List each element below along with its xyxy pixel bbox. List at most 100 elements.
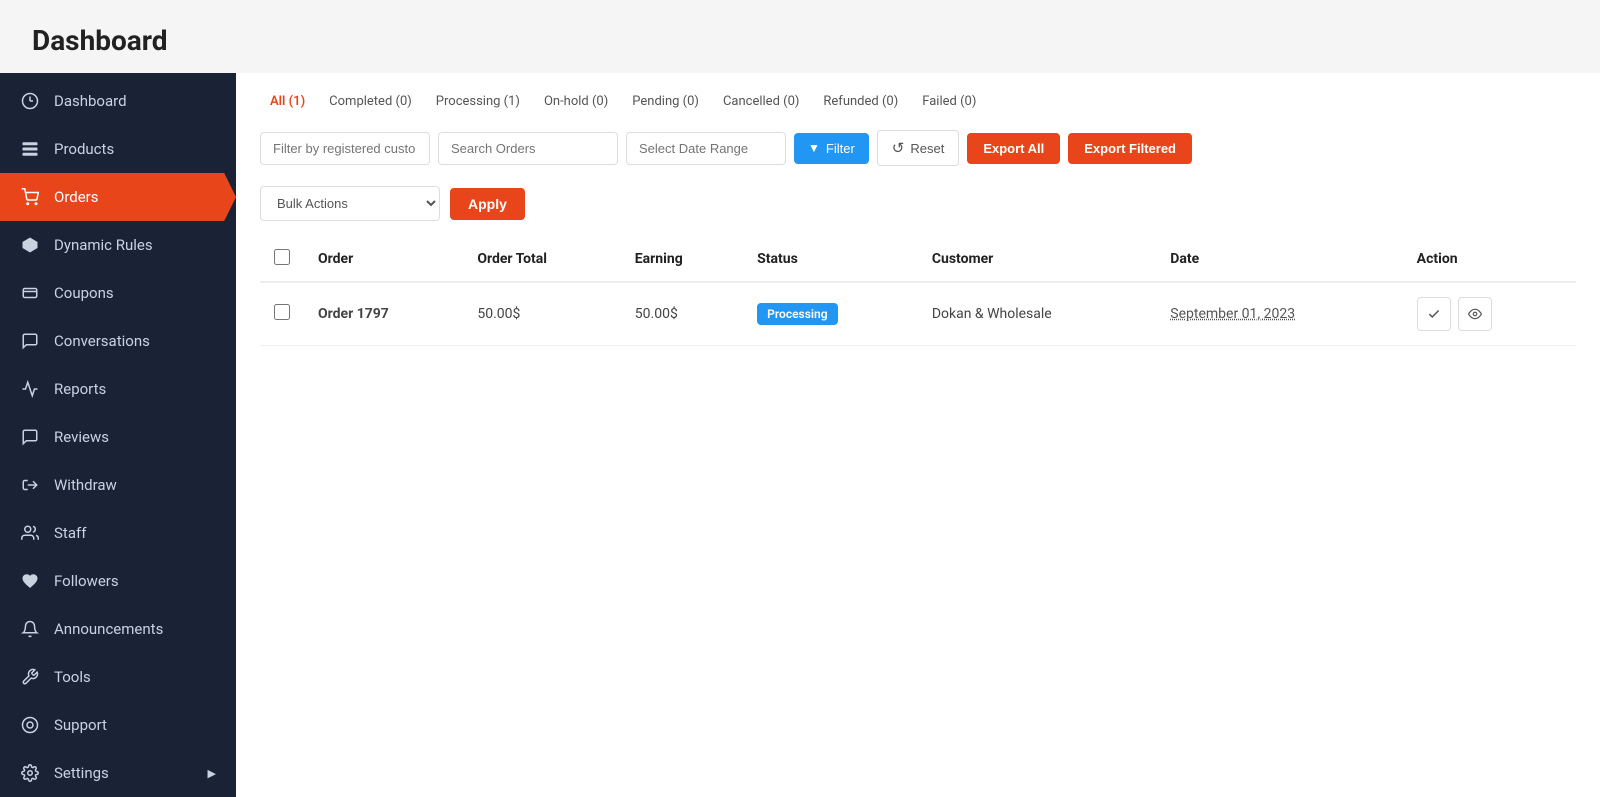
sidebar-item-label-staff: Staff: [54, 524, 86, 542]
withdraw-icon: [20, 475, 40, 495]
row-order-total: 50.00$: [463, 282, 620, 346]
status-tab-pending[interactable]: Pending (0): [622, 89, 709, 114]
table-header-order: Order: [304, 237, 463, 282]
sidebar-item-dynamic-rules[interactable]: Dynamic Rules: [0, 221, 236, 269]
products-icon: [20, 139, 40, 159]
sidebar-item-label-dashboard: Dashboard: [54, 92, 127, 110]
row-checkbox-cell: [260, 282, 304, 346]
approve-action-button[interactable]: [1417, 297, 1451, 331]
sidebar-item-tools[interactable]: Tools: [0, 653, 236, 701]
sidebar-item-label-reports: Reports: [54, 380, 106, 398]
sidebar-item-conversations[interactable]: Conversations: [0, 317, 236, 365]
table-header-earning: Earning: [621, 237, 743, 282]
check-icon: [1427, 307, 1441, 321]
staff-icon: [20, 523, 40, 543]
status-tab-failed[interactable]: Failed (0): [912, 89, 986, 114]
sidebar-item-reports[interactable]: Reports: [0, 365, 236, 413]
coupons-icon: [20, 283, 40, 303]
sidebar-item-announcements[interactable]: Announcements: [0, 605, 236, 653]
sidebar-item-label-support: Support: [54, 716, 107, 734]
row-actions: [1403, 282, 1576, 346]
row-earning: 50.00$: [621, 282, 743, 346]
filter-button[interactable]: ▼ Filter: [794, 133, 869, 164]
reports-icon: [20, 379, 40, 399]
table-header: OrderOrder TotalEarningStatusCustomerDat…: [260, 237, 1576, 282]
sidebar-item-label-conversations: Conversations: [54, 332, 150, 350]
table-header-date: Date: [1156, 237, 1402, 282]
status-badge: Processing: [757, 303, 837, 325]
table-header-action: Action: [1403, 237, 1576, 282]
export-filtered-button[interactable]: Export Filtered: [1068, 133, 1192, 164]
table-header-row: OrderOrder TotalEarningStatusCustomerDat…: [260, 237, 1576, 282]
sidebar-item-reviews[interactable]: Reviews: [0, 413, 236, 461]
select-all-checkbox[interactable]: [274, 249, 290, 265]
status-tab-processing[interactable]: Processing (1): [426, 89, 530, 114]
page-title: Dashboard: [0, 0, 1600, 73]
table-header-status: Status: [743, 237, 918, 282]
row-date: September 01, 2023: [1156, 282, 1402, 346]
sidebar-item-support[interactable]: Support: [0, 701, 236, 749]
followers-icon: [20, 571, 40, 591]
sidebar-item-products[interactable]: Products: [0, 125, 236, 173]
sidebar-item-withdraw[interactable]: Withdraw: [0, 461, 236, 509]
row-checkbox[interactable]: [274, 304, 290, 320]
dynamic-rules-icon: [20, 235, 40, 255]
announcements-icon: [20, 619, 40, 639]
apply-button[interactable]: Apply: [450, 188, 525, 220]
sidebar-item-staff[interactable]: Staff: [0, 509, 236, 557]
settings-icon: [20, 763, 40, 783]
support-icon: [20, 715, 40, 735]
filter-button-label: Filter: [826, 141, 855, 156]
reset-button[interactable]: ↺ Reset: [877, 130, 960, 166]
sidebar-item-label-coupons: Coupons: [54, 284, 114, 302]
row-customer: Dokan & Wholesale: [918, 282, 1156, 346]
status-tabs: All (1)Completed (0)Processing (1)On-hol…: [260, 89, 1576, 114]
orders-icon: [20, 187, 40, 207]
filter-icon: ▼: [808, 141, 820, 155]
sidebar-item-coupons[interactable]: Coupons: [0, 269, 236, 317]
bulk-actions-select[interactable]: Bulk Actions: [260, 186, 440, 221]
eye-icon: [1468, 307, 1482, 321]
sidebar-item-followers[interactable]: Followers: [0, 557, 236, 605]
customer-filter-input[interactable]: [260, 132, 430, 165]
view-action-button[interactable]: [1458, 297, 1492, 331]
sidebar: Dashboard Products Orders Dynamic Rules …: [0, 73, 236, 797]
main-content: All (1)Completed (0)Processing (1)On-hol…: [236, 73, 1600, 797]
row-date-text: September 01, 2023: [1170, 306, 1295, 322]
tools-icon: [20, 667, 40, 687]
status-tab-refunded[interactable]: Refunded (0): [813, 89, 908, 114]
sidebar-item-settings[interactable]: Settings ▶: [0, 749, 236, 797]
sidebar-item-label-announcements: Announcements: [54, 620, 163, 638]
sidebar-item-label-products: Products: [54, 140, 114, 158]
bulk-actions-row: Bulk Actions Apply: [260, 186, 1576, 221]
sidebar-item-dashboard[interactable]: Dashboard: [0, 77, 236, 125]
status-tab-all[interactable]: All (1): [260, 89, 315, 114]
table-header-order-total: Order Total: [463, 237, 620, 282]
sidebar-item-orders[interactable]: Orders: [0, 173, 236, 221]
reviews-icon: [20, 427, 40, 447]
reset-icon: ↺: [892, 139, 905, 157]
conversations-icon: [20, 331, 40, 351]
sidebar-item-label-orders: Orders: [54, 188, 99, 206]
export-all-button[interactable]: Export All: [967, 133, 1060, 164]
table-header-checkbox: [260, 237, 304, 282]
row-order-id: Order 1797: [304, 282, 463, 346]
row-status: Processing: [743, 282, 918, 346]
table-header-customer: Customer: [918, 237, 1156, 282]
sidebar-item-label-settings: Settings: [54, 764, 109, 782]
reset-button-label: Reset: [910, 141, 944, 156]
table-body: Order 1797 50.00$ 50.00$ Processing Doka…: [260, 282, 1576, 346]
sidebar-item-label-withdraw: Withdraw: [54, 476, 117, 494]
orders-table: OrderOrder TotalEarningStatusCustomerDat…: [260, 237, 1576, 346]
status-tab-completed[interactable]: Completed (0): [319, 89, 422, 114]
sidebar-item-label-followers: Followers: [54, 572, 119, 590]
sidebar-item-label-tools: Tools: [54, 668, 91, 686]
search-orders-input[interactable]: [438, 132, 618, 165]
dashboard-icon: [20, 91, 40, 111]
sidebar-item-label-dynamic-rules: Dynamic Rules: [54, 236, 153, 254]
status-tab-on-hold[interactable]: On-hold (0): [534, 89, 618, 114]
date-range-input[interactable]: [626, 132, 786, 165]
sidebar-item-label-reviews: Reviews: [54, 428, 109, 446]
table-row: Order 1797 50.00$ 50.00$ Processing Doka…: [260, 282, 1576, 346]
status-tab-cancelled[interactable]: Cancelled (0): [713, 89, 809, 114]
